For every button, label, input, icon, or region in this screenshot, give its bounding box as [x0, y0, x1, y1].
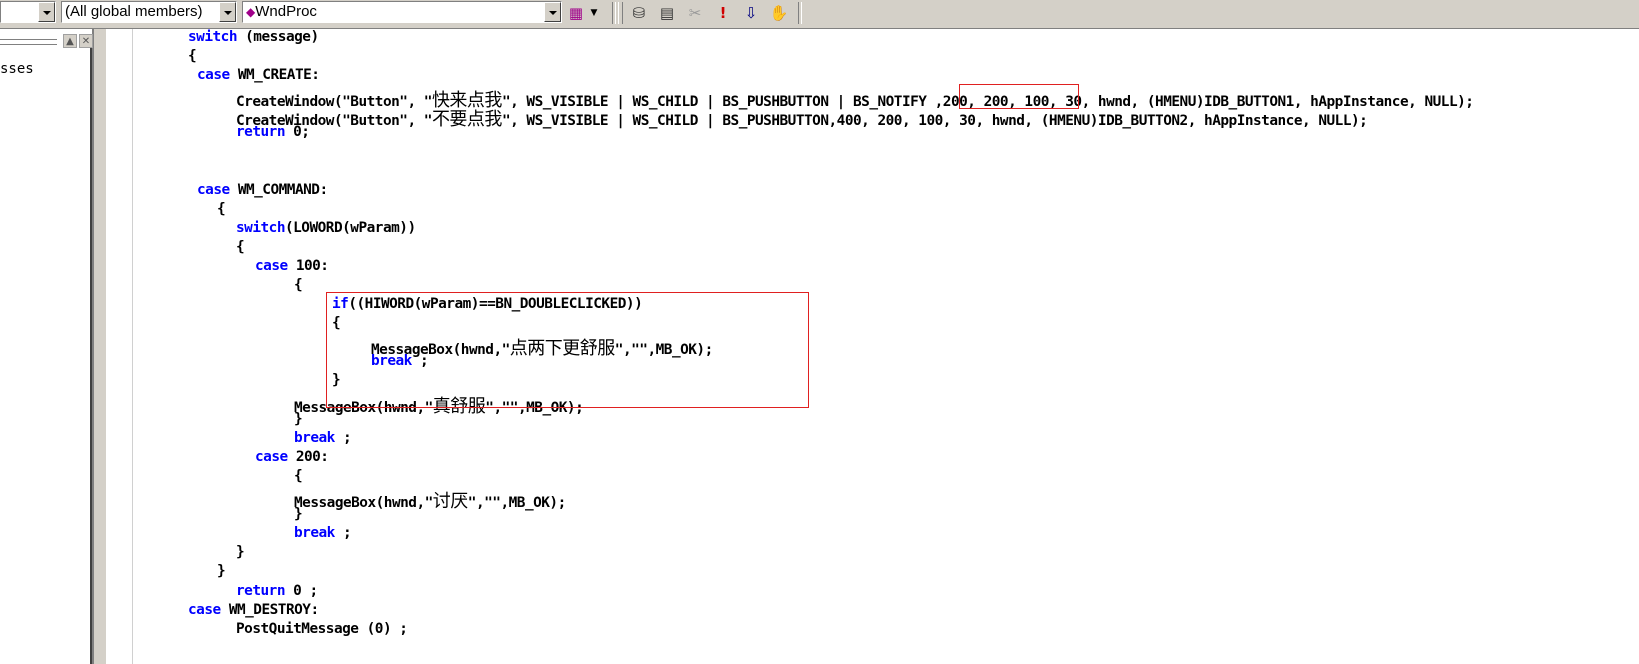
function-combo[interactable]: ◆WndProc [242, 1, 562, 23]
class-combo-dropdown-icon[interactable] [38, 2, 55, 22]
code-text: WM_COMMAND: [229, 182, 328, 198]
code-line: CreateWindow("Button", "快来点我", WS_VISIBL… [236, 86, 1474, 111]
code-line: { [236, 239, 245, 255]
keyword: case [197, 182, 230, 198]
function-combo-dropdown-icon[interactable] [544, 2, 561, 22]
code-line: { [188, 48, 197, 64]
keyword: break [294, 525, 335, 541]
code-text: WM_DESTROY: [220, 602, 319, 618]
string-literal: 不要点我 [431, 109, 503, 130]
function-combo-value: WndProc [255, 3, 317, 20]
wizard-action-dropdown-icon[interactable]: ▼ [587, 2, 601, 24]
pane-border [90, 48, 92, 664]
code-line: switch (message) [188, 29, 319, 48]
pane-splitter[interactable] [94, 29, 106, 664]
code-line: case 200: [255, 449, 329, 468]
wizard-action-icon[interactable]: ▦ [565, 2, 587, 24]
keyword: case [188, 602, 221, 618]
workspace-pane: ▲ ✕ sses [0, 29, 94, 664]
go-icon[interactable]: ⇩ [740, 2, 762, 24]
members-combo[interactable]: (All global members) [61, 1, 237, 23]
highlight-box-doubleclick-handler [326, 292, 809, 408]
code-text: 100: [287, 258, 329, 274]
code-line: case WM_COMMAND: [197, 182, 328, 201]
maximize-pane-icon[interactable]: ▲ [63, 34, 77, 48]
code-line: case WM_DESTROY: [188, 602, 319, 621]
code-text: ; [334, 430, 352, 446]
breakpoint-hand-icon[interactable]: ✋ [768, 2, 790, 24]
workspace-pane-header: ▲ ✕ [0, 34, 93, 50]
code-line: CreateWindow("Button", "不要点我", WS_VISIBL… [236, 105, 1368, 130]
code-line: return 0; [236, 124, 310, 143]
keyword: switch [236, 220, 285, 236]
pane-grip[interactable] [0, 39, 57, 45]
string-literal: 讨厌 [432, 491, 469, 512]
code-text: ", WS_VISIBLE | WS_CHILD | BS_PUSHBUTTON… [501, 113, 1368, 129]
stop-build-icon[interactable]: ✂ [684, 2, 706, 24]
function-combo-value-wrap: ◆WndProc [246, 3, 317, 20]
highlight-box-bs-notify [959, 84, 1079, 109]
toolbar-separator [612, 2, 616, 24]
code-line: switch(LOWORD(wParam)) [236, 220, 416, 239]
keyword: break [294, 430, 335, 446]
code-text: (message) [236, 29, 319, 45]
code-line: } [217, 563, 226, 579]
class-combo[interactable] [0, 1, 56, 23]
keyword: return [236, 583, 285, 599]
code-text: ; [334, 525, 352, 541]
code-line: break ; [294, 525, 352, 544]
keyword: return [236, 124, 285, 140]
keyword: case [255, 449, 288, 465]
code-line: { [294, 468, 303, 484]
code-text: ","",MB_OK); [467, 495, 566, 511]
build-icon[interactable]: ▤ [656, 2, 678, 24]
classes-tree-item[interactable]: sses [0, 61, 34, 77]
execute-icon[interactable]: ! [712, 2, 734, 24]
editor-gutter[interactable] [106, 29, 133, 664]
code-line: return 0 ; [236, 583, 318, 602]
code-line: break ; [294, 430, 352, 449]
toolbar-grip[interactable] [618, 2, 623, 24]
members-combo-value: (All global members) [65, 3, 203, 20]
compile-icon[interactable]: ⛁ [628, 2, 650, 24]
code-text: 200: [287, 449, 329, 465]
code-text: MessageBox(hwnd," [294, 495, 433, 511]
code-line: case WM_CREATE: [197, 67, 320, 86]
keyword: case [197, 67, 230, 83]
code-line: } [294, 506, 303, 522]
code-editor[interactable]: switch (message) { case WM_CREATE: Creat… [133, 29, 1639, 664]
keyword: case [255, 258, 288, 274]
code-line: { [294, 277, 303, 293]
code-text: 0; [284, 124, 310, 140]
code-text: (LOWORD(wParam)) [284, 220, 416, 236]
code-text: 0 ; [284, 583, 318, 599]
code-line: { [217, 201, 226, 217]
code-line: MessageBox(hwnd,"讨厌","",MB_OK); [294, 487, 566, 512]
function-diamond-icon: ◆ [246, 5, 256, 19]
keyword: switch [188, 29, 237, 45]
members-combo-dropdown-icon[interactable] [219, 2, 236, 22]
code-line: } [236, 544, 245, 560]
close-pane-icon[interactable]: ✕ [79, 34, 93, 48]
toolbar-separator [798, 2, 802, 24]
code-line: PostQuitMessage (0) ; [236, 621, 408, 637]
code-line: case 100: [255, 258, 329, 277]
code-text: WM_CREATE: [229, 67, 320, 83]
wizard-bar-toolbar: (All global members) ◆WndProc ▦ ▼ ⛁ ▤ ✂ … [0, 0, 1639, 29]
code-line: } [294, 411, 303, 427]
